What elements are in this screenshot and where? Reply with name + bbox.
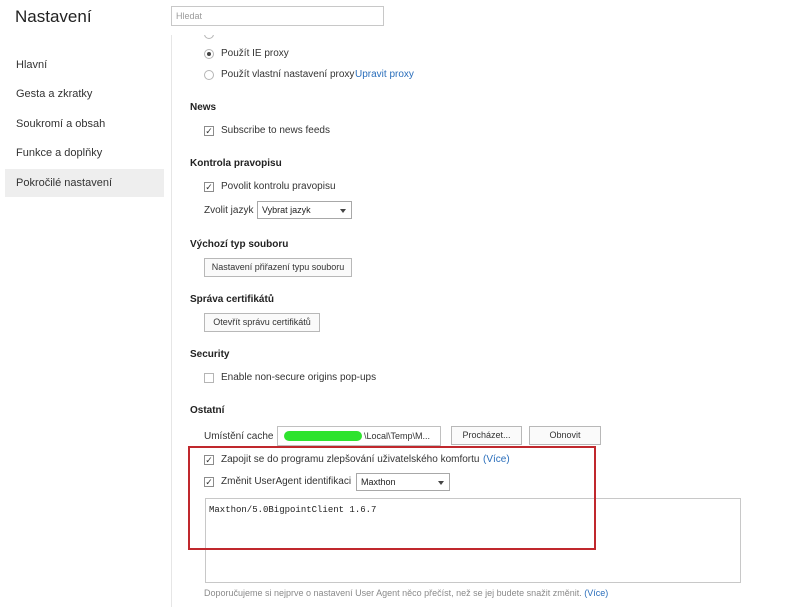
language-label: Zvolit jazyk — [204, 205, 254, 216]
useragent-note: Doporučujeme si nejprve o nastavení User… — [204, 588, 608, 598]
useragent-select[interactable]: Maxthon — [356, 473, 450, 491]
improve-program-label: Zapojit se do programu zlepšování uživat… — [221, 454, 480, 465]
useragent-note-text: Doporučujeme si nejprve o nastavení User… — [204, 588, 582, 598]
sidebar-item-general[interactable]: Hlavní — [5, 51, 164, 79]
sidebar-item-privacy[interactable]: Soukromí a obsah — [5, 110, 164, 138]
news-subscribe-label: Subscribe to news feeds — [221, 125, 330, 136]
language-select[interactable]: Vybrat jazyk — [257, 201, 352, 219]
browse-button[interactable]: Procházet... — [451, 426, 522, 445]
edit-proxy-link[interactable]: Upravit proxy — [355, 69, 414, 80]
other-heading: Ostatní — [190, 405, 225, 416]
proxy-radio-ie[interactable] — [204, 49, 214, 59]
cache-path-field[interactable]: \Local\Temp\M... — [277, 426, 441, 446]
sidebar-item-features[interactable]: Funkce a doplňky — [5, 139, 164, 167]
improve-more-link[interactable]: (Více) — [483, 454, 510, 465]
language-select-value: Vybrat jazyk — [262, 205, 311, 215]
chevron-down-icon — [438, 481, 444, 485]
security-heading: Security — [190, 349, 230, 360]
news-heading: News — [190, 102, 217, 113]
redaction-mark — [284, 431, 362, 441]
chevron-down-icon — [340, 209, 346, 213]
refresh-button[interactable]: Obnovit — [529, 426, 601, 445]
sidebar-item-gestures[interactable]: Gesta a zkratky — [5, 80, 164, 108]
proxy-custom-label: Použít vlastní nastavení proxy — [221, 69, 355, 80]
proxy-radio-hidden[interactable] — [204, 35, 214, 39]
open-certs-button[interactable]: Otevřít správu certifikátů — [204, 313, 320, 332]
certs-heading: Správa certifikátů — [190, 294, 274, 305]
spellcheck-checkbox[interactable]: ✓ — [204, 182, 214, 192]
useragent-checkbox[interactable]: ✓ — [204, 477, 214, 487]
improve-program-checkbox[interactable]: ✓ — [204, 455, 214, 465]
useragent-textarea[interactable]: Maxthon/5.0BigpointClient 1.6.7 — [205, 498, 741, 583]
cache-path-text: \Local\Temp\M... — [364, 431, 431, 441]
proxy-radio-custom[interactable] — [204, 70, 214, 80]
page-title: Nastavení — [15, 7, 92, 26]
filetype-heading: Výchozí typ souboru — [190, 239, 289, 250]
proxy-ie-label: Použít IE proxy — [221, 48, 289, 59]
news-checkbox[interactable]: ✓ — [204, 126, 214, 136]
note-more-link[interactable]: (Více) — [584, 588, 608, 598]
useragent-select-value: Maxthon — [361, 477, 396, 487]
cache-label: Umístění cache — [204, 431, 274, 442]
search-input[interactable] — [171, 6, 384, 26]
useragent-label: Změnit UserAgent identifikaci — [221, 476, 352, 487]
spellcheck-label: Povolit kontrolu pravopisu — [221, 181, 336, 192]
nonsecure-label: Enable non-secure origins pop-ups — [221, 372, 377, 383]
filetype-association-button[interactable]: Nastavení přiřazení typu souboru — [204, 258, 352, 277]
settings-content: Použít IE proxy Použít vlastní nastavení… — [172, 35, 800, 607]
sidebar: Hlavní Gesta a zkratky Soukromí a obsah … — [0, 35, 172, 607]
spellcheck-heading: Kontrola pravopisu — [190, 158, 282, 169]
nonsecure-checkbox[interactable] — [204, 373, 214, 383]
sidebar-item-advanced[interactable]: Pokročilé nastavení — [5, 169, 164, 197]
